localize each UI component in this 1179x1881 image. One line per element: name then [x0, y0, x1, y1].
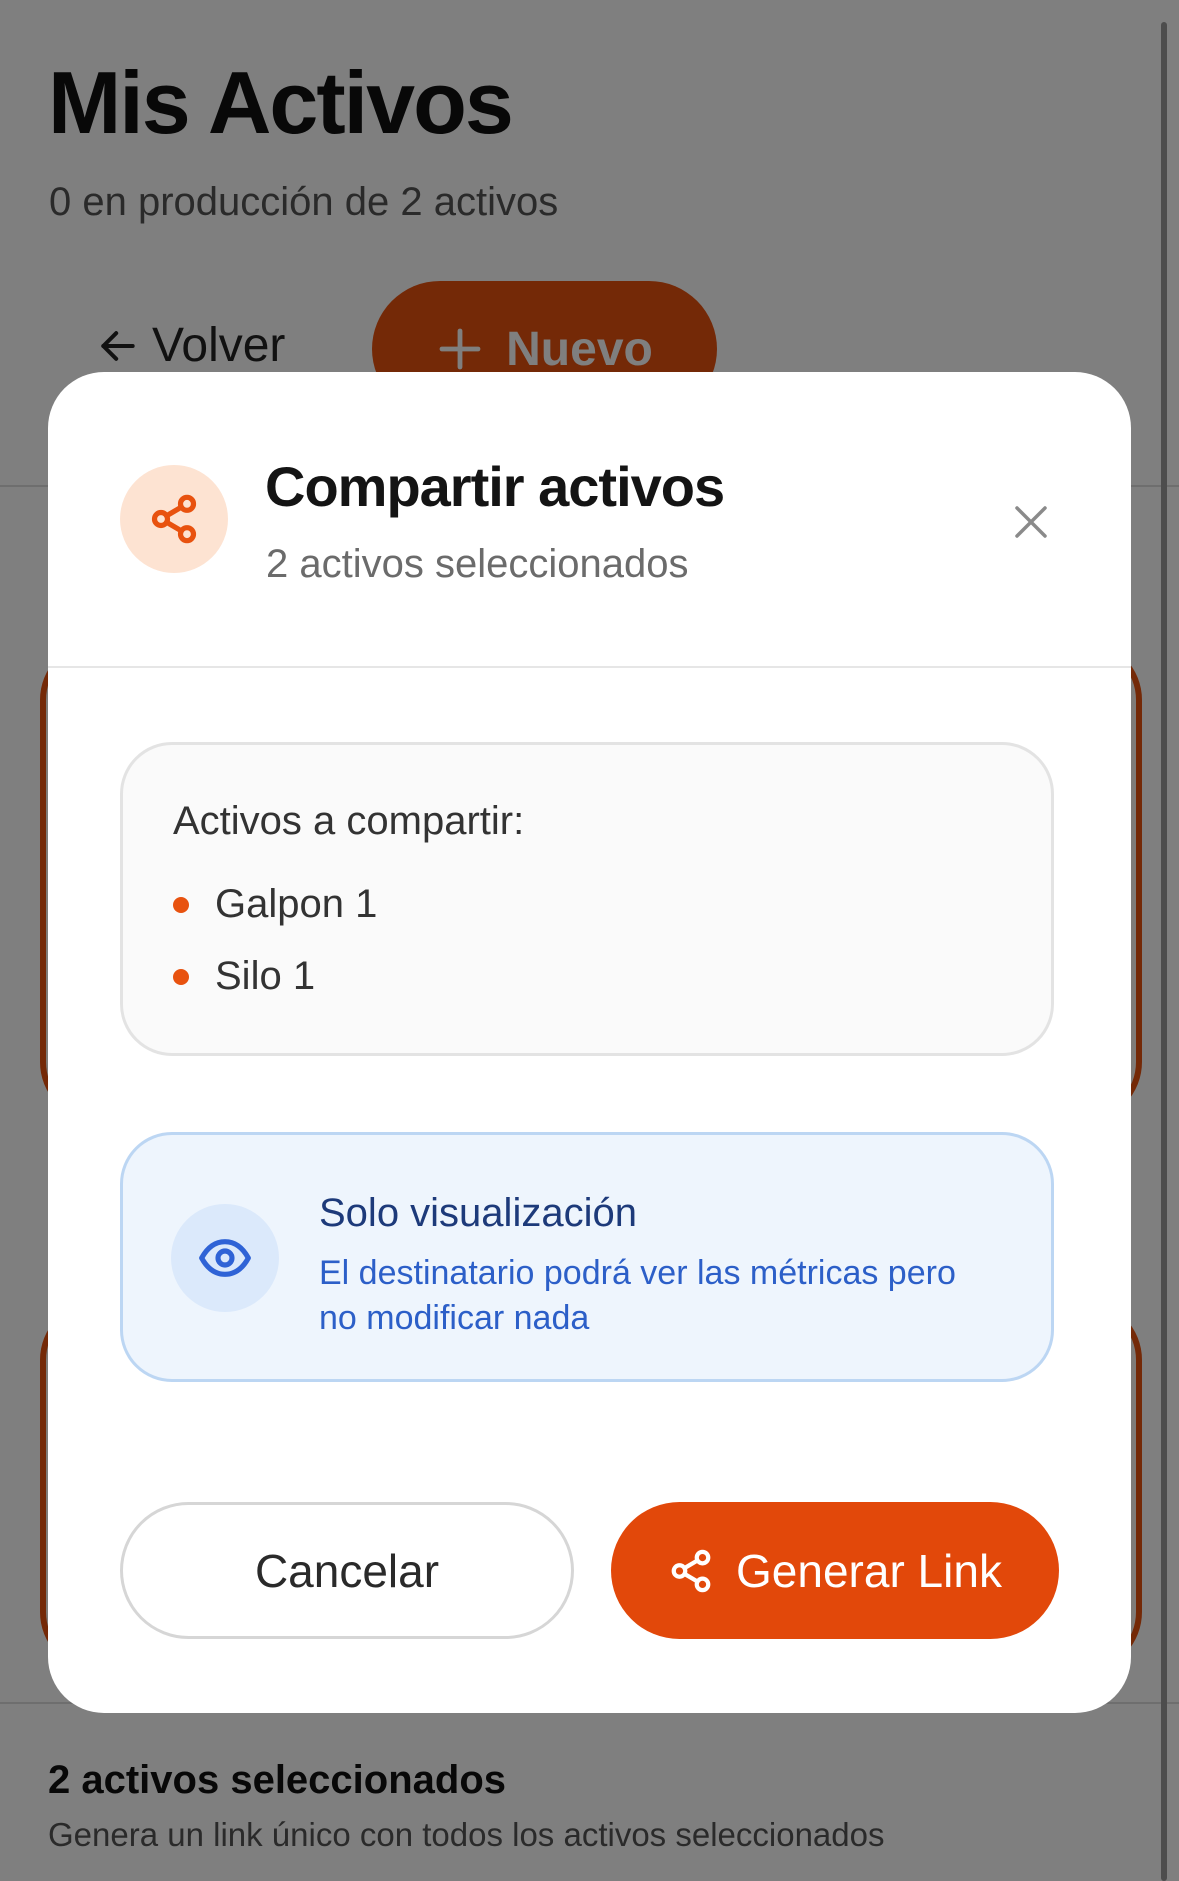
notice-title: Solo visualización [319, 1191, 637, 1235]
close-button[interactable] [1003, 494, 1059, 550]
view-only-notice: Solo visualización El destinatario podrá… [120, 1132, 1054, 1382]
assets-heading: Activos a compartir: [173, 799, 525, 843]
generate-link-button[interactable]: Generar Link [611, 1502, 1059, 1639]
generate-link-button-label: Generar Link [736, 1544, 1002, 1597]
list-item: Galpon 1 [173, 882, 377, 927]
share-icon [671, 1549, 711, 1592]
bullet-dot [173, 968, 189, 985]
list-item: Silo 1 [173, 954, 315, 999]
share-icon [120, 465, 228, 573]
notice-description: El destinatario podrá ver las métricas p… [319, 1254, 956, 1337]
asset-name: Silo 1 [215, 954, 316, 998]
assets-to-share-box: Activos a compartir: Galpon 1 Silo 1 [120, 742, 1054, 1056]
close-icon [1015, 506, 1047, 538]
cancel-button-label: Cancelar [254, 1544, 440, 1597]
cancel-button[interactable]: Cancelar [120, 1502, 574, 1639]
modal-header: Compartir activos 2 activos seleccionado… [48, 372, 1131, 668]
bullet-dot [173, 896, 189, 913]
modal-subtitle: 2 activos seleccionados [266, 542, 689, 586]
asset-name: Galpon 1 [215, 882, 378, 926]
eye-icon [171, 1204, 279, 1312]
share-assets-modal: Compartir activos 2 activos seleccionado… [48, 372, 1131, 1713]
modal-title: Compartir activos [265, 455, 725, 518]
